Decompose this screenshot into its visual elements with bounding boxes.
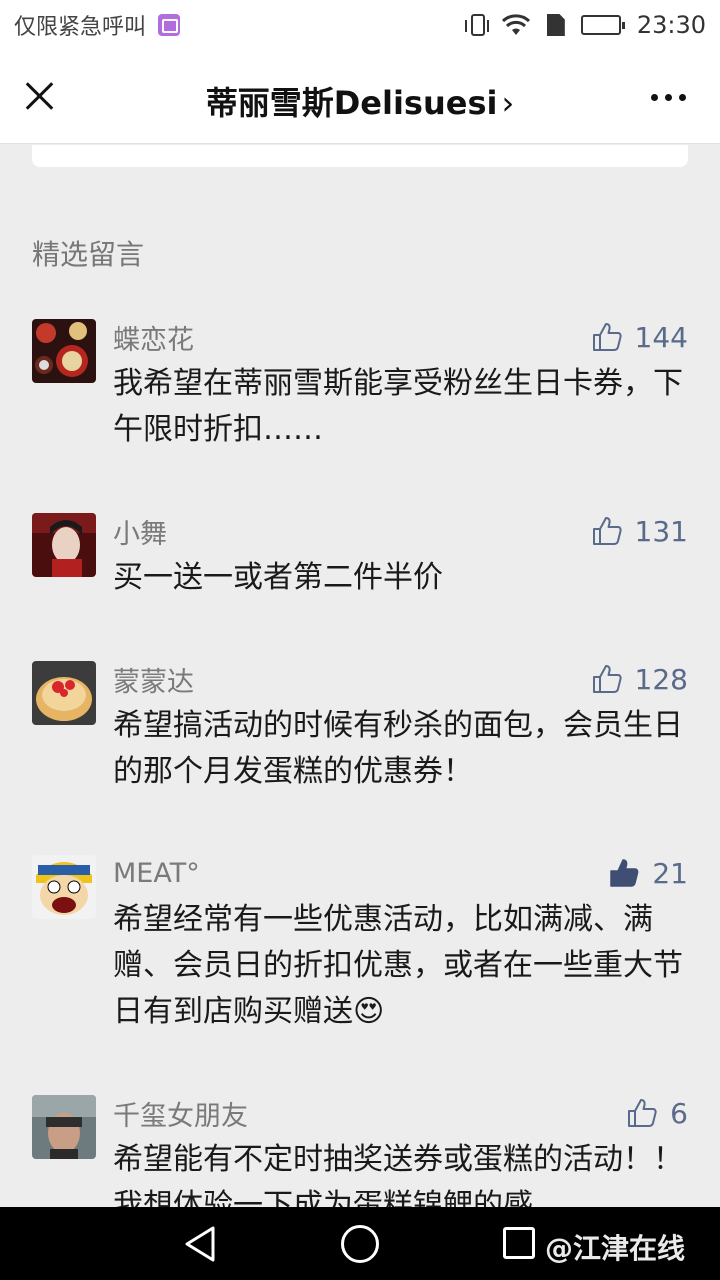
sim-icon [546, 14, 565, 36]
system-navigation-bar: @江津在线 [0, 1207, 720, 1280]
commenter-name: 蒙蒙达 [113, 666, 194, 698]
commenter-name: MEAT° [113, 857, 200, 889]
status-right: 23:30 [464, 11, 706, 39]
commenter-name: 蝶恋花 [113, 324, 194, 356]
comment-text-body: 希望经常有一些优惠活动，比如满减、满赠、会员日的折扣优惠，或者在一些重大节日有到… [113, 902, 683, 1029]
status-left: 仅限紧急呼叫 [14, 9, 181, 41]
commenter-name: 小舞 [113, 518, 167, 550]
like-count: 21 [652, 856, 688, 890]
thumbs-up-icon [592, 517, 622, 545]
home-icon[interactable] [341, 1225, 379, 1263]
cartoon-avatar[interactable] [32, 855, 96, 919]
account-name: 蒂丽雪斯Delisuesi [205, 84, 498, 122]
comment-item: 蒙蒙达 128 希望搞活动的时候有秒杀的面包，会员生日的那个月发蛋糕的优惠券！ [32, 661, 688, 795]
status-time: 23:30 [636, 11, 706, 39]
like-count: 131 [634, 514, 688, 548]
article-card-bottom [32, 145, 688, 167]
account-title[interactable]: 蒂丽雪斯Delisuesi › [0, 78, 720, 124]
recents-icon[interactable] [503, 1227, 535, 1259]
comment-text: 希望搞活动的时候有秒杀的面包，会员生日的那个月发蛋糕的优惠券！ [113, 708, 683, 789]
cake-avatar[interactable] [32, 319, 96, 383]
comment-text: 我希望在蒂丽雪斯能享受粉丝生日卡券，下午限时折扣…… [113, 366, 683, 447]
like-button[interactable]: 128 [591, 663, 688, 696]
thumbs-up-icon [628, 1099, 657, 1127]
pancake-avatar[interactable] [32, 661, 96, 725]
like-button[interactable]: 131 [591, 515, 688, 548]
comment-item: MEAT° 21 希望经常有一些优惠活动，比如满减、满赠、会员日的折扣优惠，或者… [32, 855, 688, 1035]
section-title: 精选留言 [32, 238, 145, 271]
comment-item: 小舞 131 买一送一或者第二件半价 [32, 513, 688, 601]
comment-text: 希望能有不定时抽奖送券或蛋糕的活动！！我想体验一下成为蛋糕锦鲤的感 [113, 1142, 683, 1207]
comment-item: 千玺女朋友 6 希望能有不定时抽奖送券或蛋糕的活动！！我想体验一下成为蛋糕锦鲤的… [32, 1095, 688, 1207]
comment-item: 蝶恋花 144 我希望在蒂丽雪斯能享受粉丝生日卡券，下午限时折扣…… [32, 319, 688, 453]
status-bar: 仅限紧急呼叫 23:30 [0, 0, 720, 50]
thumbs-up-icon [592, 323, 622, 351]
carrier-text: 仅限紧急呼叫 [14, 15, 147, 40]
top-navigation-bar: 蒂丽雪斯Delisuesi › [0, 50, 720, 144]
watermark-text: @江津在线 [545, 1232, 686, 1265]
comment-text: 买一送一或者第二件半价 [113, 560, 443, 595]
battery-icon [580, 15, 625, 35]
thumbs-up-icon [592, 665, 622, 693]
gallery-icon [158, 14, 181, 36]
wifi-icon [501, 14, 531, 36]
article-content[interactable]: 精选留言 蝶恋花 144 我希望在蒂丽雪斯能享受粉丝生日卡券，下午限时折扣…… … [0, 145, 720, 1207]
more-icon[interactable] [651, 94, 686, 101]
like-button[interactable]: 6 [626, 1097, 688, 1130]
heart-eyes-emoji-icon: 😍 [353, 994, 385, 1029]
thumbs-up-filled-icon [610, 859, 639, 887]
commenter-name: 千玺女朋友 [113, 1100, 248, 1132]
like-button[interactable]: 21 [608, 857, 688, 890]
back-icon[interactable] [183, 1225, 217, 1263]
like-count: 144 [634, 320, 688, 354]
like-button[interactable]: 144 [591, 321, 688, 354]
comment-text: 希望经常有一些优惠活动，比如满减、满赠、会员日的折扣优惠，或者在一些重大节日有到… [113, 897, 688, 1035]
like-count: 6 [670, 1096, 688, 1130]
like-count: 128 [634, 662, 688, 696]
vibrate-icon [464, 14, 489, 36]
portrait-avatar[interactable] [32, 513, 96, 577]
chevron-right-icon: › [501, 84, 515, 122]
photo-avatar[interactable] [32, 1095, 96, 1159]
